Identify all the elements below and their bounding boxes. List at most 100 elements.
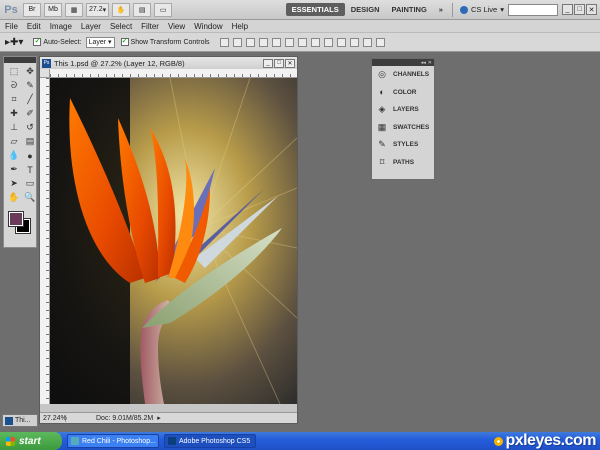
doc-restore-button[interactable]: □ <box>274 58 284 68</box>
minimized-document[interactable]: Thi... <box>2 414 38 427</box>
hand-tool-button[interactable]: ✋ <box>112 2 131 17</box>
auto-select-dropdown[interactable]: Layer ▾ <box>85 36 115 48</box>
distribute-top-icon[interactable] <box>297 37 307 47</box>
eraser-tool-icon[interactable]: ▱ <box>7 136 21 147</box>
doc-minimize-button[interactable]: _ <box>263 58 273 68</box>
photoshop-logo: Ps <box>4 3 18 16</box>
eyedropper-tool-icon[interactable]: ╱ <box>23 94 37 105</box>
panel-swatches[interactable]: ▦ SWATCHES <box>372 119 434 137</box>
taskbar-item-photoshop[interactable]: Adobe Photoshop CS5 <box>164 434 256 448</box>
panel-paths[interactable]: ⌑ PATHS <box>372 154 434 172</box>
screen-mode-button[interactable]: ▭ <box>154 2 173 17</box>
dock-grip[interactable]: ◂◂ ✕ <box>372 59 434 66</box>
auto-select-label: Auto-Select: <box>43 38 82 46</box>
menu-layer[interactable]: Layer <box>81 22 101 31</box>
workspace-essentials[interactable]: ESSENTIALS <box>285 3 345 16</box>
distribute-hcenter-icon[interactable] <box>349 37 359 47</box>
quick-selection-tool-icon[interactable]: ✎ <box>23 80 37 91</box>
distribute-bottom-icon[interactable] <box>323 37 333 47</box>
start-button[interactable]: start <box>0 432 62 450</box>
help-search-input[interactable] <box>508 3 558 16</box>
launch-bridge-button[interactable]: Br <box>23 2 41 17</box>
horizontal-ruler[interactable] <box>50 69 297 78</box>
arrange-documents-button[interactable]: ▤ <box>133 2 152 17</box>
menu-help[interactable]: Help <box>232 22 248 31</box>
zoom-tool-icon[interactable]: 🔍 <box>23 192 37 203</box>
tools-panel: ⬚ ✥ ᘐ ✎ ⌗ ╱ ✚ ✐ ⊥ ↺ ▱ ▤ 💧 ● ✒ T ➤ ▭ ✋ 🔍 <box>3 56 37 248</box>
panel-color[interactable]: ◐ COLOR <box>372 84 434 102</box>
foreground-color-swatch[interactable] <box>8 211 24 227</box>
options-bar: ▸✚▾ Auto-Select: Layer ▾ Show Transform … <box>0 32 600 52</box>
expand-panels-icon[interactable]: ◂◂ <box>421 60 426 66</box>
watermark-dot-icon <box>494 436 504 446</box>
document-title: This 1.psd @ 27.2% (Layer 12, RGB/8) <box>54 58 185 68</box>
align-distribute-buttons <box>219 37 385 47</box>
panel-layers[interactable]: ◈ LAYERS <box>372 101 434 119</box>
workspace-design[interactable]: DESIGN <box>345 3 386 16</box>
status-menu-arrow-icon[interactable]: ▸ <box>157 414 161 422</box>
menu-window[interactable]: Window <box>194 22 222 31</box>
align-top-icon[interactable] <box>219 37 229 47</box>
status-zoom[interactable]: 27.24% <box>40 414 67 422</box>
doc-close-button[interactable]: ✕ <box>285 58 295 68</box>
align-vertical-center-icon[interactable] <box>232 37 242 47</box>
lasso-tool-icon[interactable]: ᘐ <box>7 80 21 91</box>
hand-tool-icon[interactable]: ✋ <box>7 192 21 203</box>
align-bottom-icon[interactable] <box>245 37 255 47</box>
mini-bridge-button[interactable]: Mb <box>44 2 62 17</box>
path-selection-tool-icon[interactable]: ➤ <box>7 178 21 189</box>
vertical-ruler[interactable] <box>40 78 50 404</box>
move-tool-icon[interactable]: ✥ <box>23 66 37 77</box>
zoom-level-dropdown[interactable]: 27.2 ▾ <box>86 2 110 17</box>
window-controls: _ □ ✕ <box>562 4 597 15</box>
clone-stamp-tool-icon[interactable]: ⊥ <box>7 122 21 133</box>
crop-tool-icon[interactable]: ⌗ <box>7 94 21 105</box>
blur-tool-icon[interactable]: 💧 <box>7 150 21 161</box>
ruler-origin[interactable] <box>40 69 50 78</box>
history-brush-tool-icon[interactable]: ↺ <box>23 122 37 133</box>
type-tool-icon[interactable]: T <box>23 164 37 175</box>
menu-filter[interactable]: Filter <box>141 22 159 31</box>
menu-view[interactable]: View <box>168 22 185 31</box>
marquee-tool-icon[interactable]: ⬚ <box>7 66 21 77</box>
menu-file[interactable]: File <box>5 22 18 31</box>
menu-select[interactable]: Select <box>110 22 132 31</box>
auto-align-layers-icon[interactable] <box>375 37 385 47</box>
windows-logo-icon <box>6 436 15 446</box>
cs-live-menu[interactable]: CS Live ▾ <box>459 5 504 14</box>
menu-image[interactable]: Image <box>50 22 72 31</box>
healing-brush-tool-icon[interactable]: ✚ <box>7 108 21 119</box>
dodge-tool-icon[interactable]: ● <box>23 150 37 161</box>
workspace-painting[interactable]: PAINTING <box>386 3 433 16</box>
canvas[interactable] <box>50 78 297 404</box>
close-button[interactable]: ✕ <box>586 4 597 15</box>
brush-tool-icon[interactable]: ✐ <box>23 108 37 119</box>
view-extras-button[interactable]: ▦ <box>65 2 83 17</box>
taskbar-item-browser[interactable]: Red Chili - Photoshop... <box>67 434 159 448</box>
distribute-left-icon[interactable] <box>336 37 346 47</box>
divider <box>451 2 453 17</box>
dock-close-icon[interactable]: ✕ <box>428 60 432 66</box>
distribute-right-icon[interactable] <box>362 37 372 47</box>
taskbar-item-label: Red Chili - Photoshop... <box>82 437 156 445</box>
align-left-icon[interactable] <box>258 37 268 47</box>
taskbar-item-label: Adobe Photoshop CS5 <box>179 437 251 445</box>
minimize-button[interactable]: _ <box>562 4 573 15</box>
move-tool-preset-button[interactable]: ▸✚▾ <box>5 37 23 48</box>
maximize-button[interactable]: □ <box>574 4 585 15</box>
panel-channels[interactable]: ◎ CHANNELS <box>372 66 434 84</box>
align-horizontal-center-icon[interactable] <box>271 37 281 47</box>
show-transform-controls-checkbox[interactable] <box>120 36 129 46</box>
more-workspaces-button[interactable]: » <box>433 3 449 16</box>
shape-tool-icon[interactable]: ▭ <box>23 178 37 189</box>
document-title-bar[interactable]: Ps This 1.psd @ 27.2% (Layer 12, RGB/8) … <box>40 57 297 69</box>
gradient-tool-icon[interactable]: ▤ <box>23 136 37 147</box>
distribute-center-icon[interactable] <box>310 37 320 47</box>
align-right-icon[interactable] <box>284 37 294 47</box>
panel-styles[interactable]: ✎ STYLES <box>372 136 434 154</box>
paths-icon: ⌑ <box>379 156 385 167</box>
menu-edit[interactable]: Edit <box>27 22 41 31</box>
auto-select-checkbox[interactable] <box>33 36 42 46</box>
cs-live-label: CS Live <box>470 5 498 14</box>
pen-tool-icon[interactable]: ✒ <box>7 164 21 175</box>
